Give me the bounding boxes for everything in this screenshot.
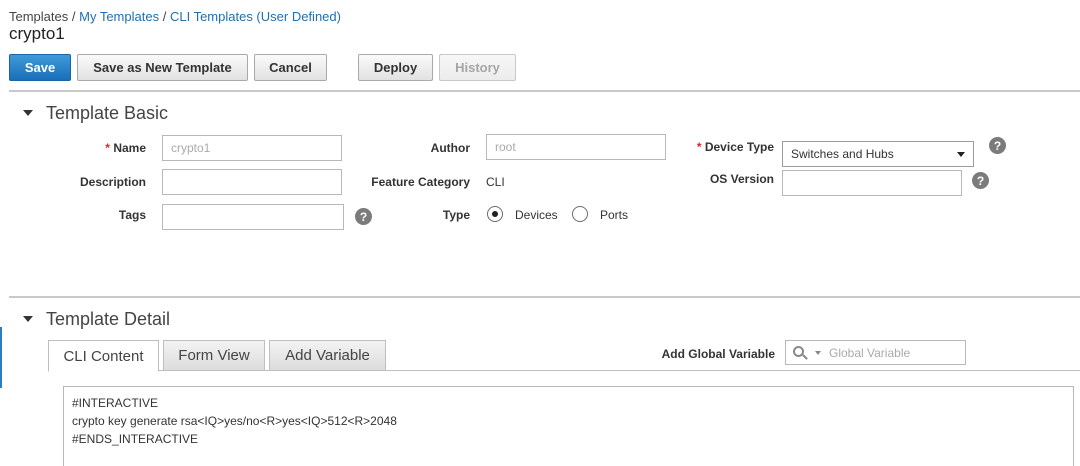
os-version-label: OS Version xyxy=(709,172,774,186)
type-label: Type xyxy=(442,208,470,222)
left-accent-bar xyxy=(0,327,2,388)
description-label: Description xyxy=(79,175,146,189)
deploy-button[interactable]: Deploy xyxy=(358,54,433,81)
breadcrumb-separator: / xyxy=(71,9,76,24)
cancel-button[interactable]: Cancel xyxy=(254,54,327,81)
feature-category-value: CLI xyxy=(486,175,505,189)
tab-add-variable[interactable]: Add Variable xyxy=(269,340,386,371)
history-button[interactable]: History xyxy=(439,54,516,81)
name-label-text: Name xyxy=(113,141,146,155)
global-variable-placeholder: Global Variable xyxy=(829,346,911,360)
author-label: Author xyxy=(430,141,470,155)
tab-form-view[interactable]: Form View xyxy=(163,340,265,371)
template-detail-title: Template Detail xyxy=(46,309,171,329)
radio-selected-dot xyxy=(492,211,498,217)
type-ports-radio[interactable] xyxy=(572,206,588,222)
device-type-label-text: Device Type xyxy=(704,140,774,154)
help-icon[interactable]: ? xyxy=(355,208,372,225)
name-field-value: crypto1 xyxy=(171,141,211,155)
name-label: * Name xyxy=(100,141,146,155)
breadcrumb-my-templates-link[interactable]: My Templates xyxy=(79,9,159,24)
cli-content-editor[interactable]: #INTERACTIVE crypto key generate rsa<IQ>… xyxy=(63,386,1074,466)
author-field-value: root xyxy=(495,140,516,154)
save-as-new-template-button[interactable]: Save as New Template xyxy=(77,54,248,81)
required-marker: * xyxy=(696,140,702,154)
breadcrumb-separator: / xyxy=(162,9,167,24)
os-version-field[interactable] xyxy=(782,170,962,196)
type-devices-radio[interactable] xyxy=(487,206,503,222)
breadcrumb: Templates / My Templates / CLI Templates… xyxy=(9,9,341,24)
page-title: crypto1 xyxy=(9,24,65,43)
help-icon[interactable]: ? xyxy=(972,172,989,189)
collapse-triangle-icon[interactable] xyxy=(23,110,33,116)
feature-category-label: Feature Category xyxy=(371,175,470,189)
device-type-label: * Device Type xyxy=(690,140,774,154)
tab-cli-content[interactable]: CLI Content xyxy=(48,340,159,372)
global-variable-search-input[interactable]: Global Variable xyxy=(785,340,966,365)
search-icon-handle xyxy=(802,354,808,360)
save-button[interactable]: Save xyxy=(9,54,71,81)
template-basic-title: Template Basic xyxy=(46,103,169,123)
name-field[interactable]: crypto1 xyxy=(162,135,342,161)
collapse-triangle-icon[interactable] xyxy=(23,316,33,322)
breadcrumb-cli-templates-link[interactable]: CLI Templates (User Defined) xyxy=(170,9,341,24)
description-field[interactable] xyxy=(162,169,342,195)
help-icon[interactable]: ? xyxy=(989,137,1006,154)
add-global-variable-label: Add Global Variable xyxy=(661,347,775,361)
type-ports-label: Ports xyxy=(600,208,629,222)
chevron-down-icon[interactable] xyxy=(815,351,821,355)
divider xyxy=(9,296,1080,298)
author-field: root xyxy=(486,134,666,160)
device-type-select[interactable]: Switches and Hubs xyxy=(782,141,974,167)
chevron-down-icon xyxy=(957,152,965,157)
cli-line: #INTERACTIVE xyxy=(72,396,159,410)
tags-field[interactable] xyxy=(162,204,344,230)
cli-line: #ENDS_INTERACTIVE xyxy=(72,432,199,446)
type-devices-label: Devices xyxy=(515,208,558,222)
tags-label: Tags xyxy=(118,208,146,222)
divider xyxy=(9,90,1080,92)
cli-line: crypto key generate rsa<IQ>yes/no<R>yes<… xyxy=(72,414,397,428)
device-type-value: Switches and Hubs xyxy=(791,147,894,161)
breadcrumb-root: Templates xyxy=(9,9,69,24)
required-marker: * xyxy=(105,141,110,155)
